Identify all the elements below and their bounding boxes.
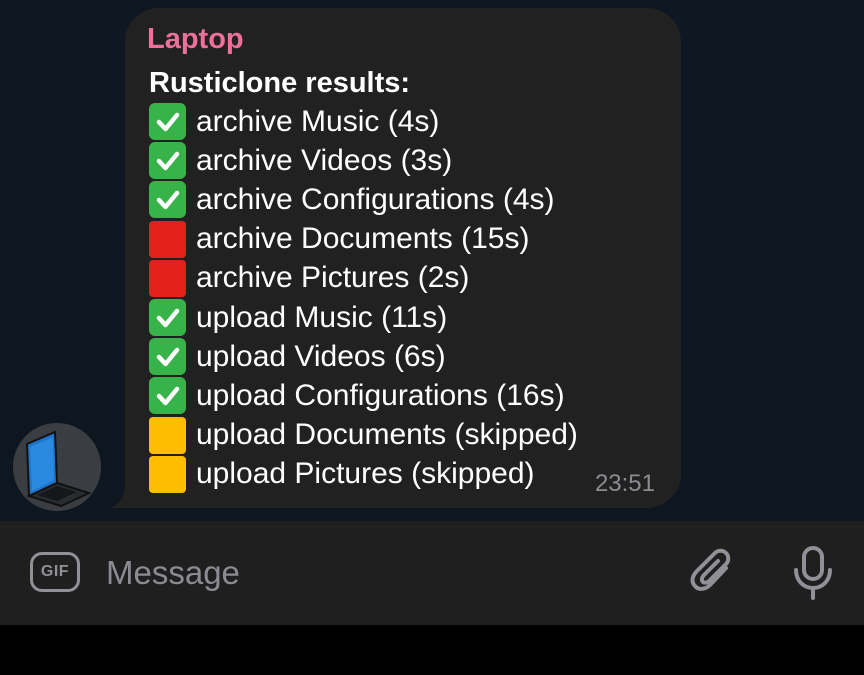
check-mark-icon xyxy=(149,181,186,219)
check-mark-icon xyxy=(149,103,186,141)
result-text: upload Configurations (16s) xyxy=(196,378,565,412)
paperclip-icon xyxy=(690,548,731,591)
message-composer: GIF xyxy=(0,521,864,625)
gif-button[interactable]: GIF xyxy=(30,552,80,592)
result-line: upload Music (11s) xyxy=(149,298,578,337)
chat-area: Laptop Rusticlone results: archive Music… xyxy=(0,0,864,521)
result-list: archive Music (4s) archive Videos (3s) arc… xyxy=(149,102,578,494)
laptop-icon xyxy=(13,423,101,511)
check-mark-icon xyxy=(149,338,186,376)
result-line: upload Videos (6s) xyxy=(149,337,578,376)
result-line: archive Music (4s) xyxy=(149,102,578,141)
red-square-icon xyxy=(149,220,186,258)
message-bubble[interactable]: Laptop Rusticlone results: archive Music… xyxy=(125,8,681,508)
result-text: upload Pictures (skipped) xyxy=(196,457,535,491)
result-line: archive Videos (3s) xyxy=(149,141,578,180)
message-input[interactable] xyxy=(106,549,666,597)
attach-button[interactable] xyxy=(688,546,740,600)
yellow-square-icon xyxy=(149,455,186,493)
result-line: archive Pictures (2s) xyxy=(149,259,578,298)
result-line: upload Pictures (skipped) xyxy=(149,455,578,494)
sender-name[interactable]: Laptop xyxy=(147,22,244,56)
result-text: upload Documents (skipped) xyxy=(196,418,578,452)
microphone-button[interactable] xyxy=(790,545,836,601)
bubble-tail xyxy=(111,488,141,508)
check-mark-icon xyxy=(149,142,186,180)
check-mark-icon xyxy=(149,377,186,415)
result-line: upload Documents (skipped) xyxy=(149,416,578,455)
red-square-icon xyxy=(149,259,186,297)
result-line: upload Configurations (16s) xyxy=(149,376,578,415)
result-line: archive Documents (15s) xyxy=(149,220,578,259)
result-text: archive Configurations (4s) xyxy=(196,182,555,216)
result-text: archive Documents (15s) xyxy=(196,222,530,256)
result-text: upload Music (11s) xyxy=(196,300,448,334)
result-text: archive Music (4s) xyxy=(196,104,440,138)
yellow-square-icon xyxy=(149,416,186,454)
message-time: 23:51 xyxy=(594,470,655,497)
sender-avatar[interactable] xyxy=(13,423,101,511)
message-title: Rusticlone results: xyxy=(149,67,411,99)
result-text: archive Videos (3s) xyxy=(196,143,453,177)
microphone-icon xyxy=(794,546,832,600)
result-line: archive Configurations (4s) xyxy=(149,180,578,219)
result-text: archive Pictures (2s) xyxy=(196,261,470,295)
check-mark-icon xyxy=(149,299,186,337)
navigation-bar-area xyxy=(0,625,864,675)
result-text: upload Videos (6s) xyxy=(196,339,446,373)
